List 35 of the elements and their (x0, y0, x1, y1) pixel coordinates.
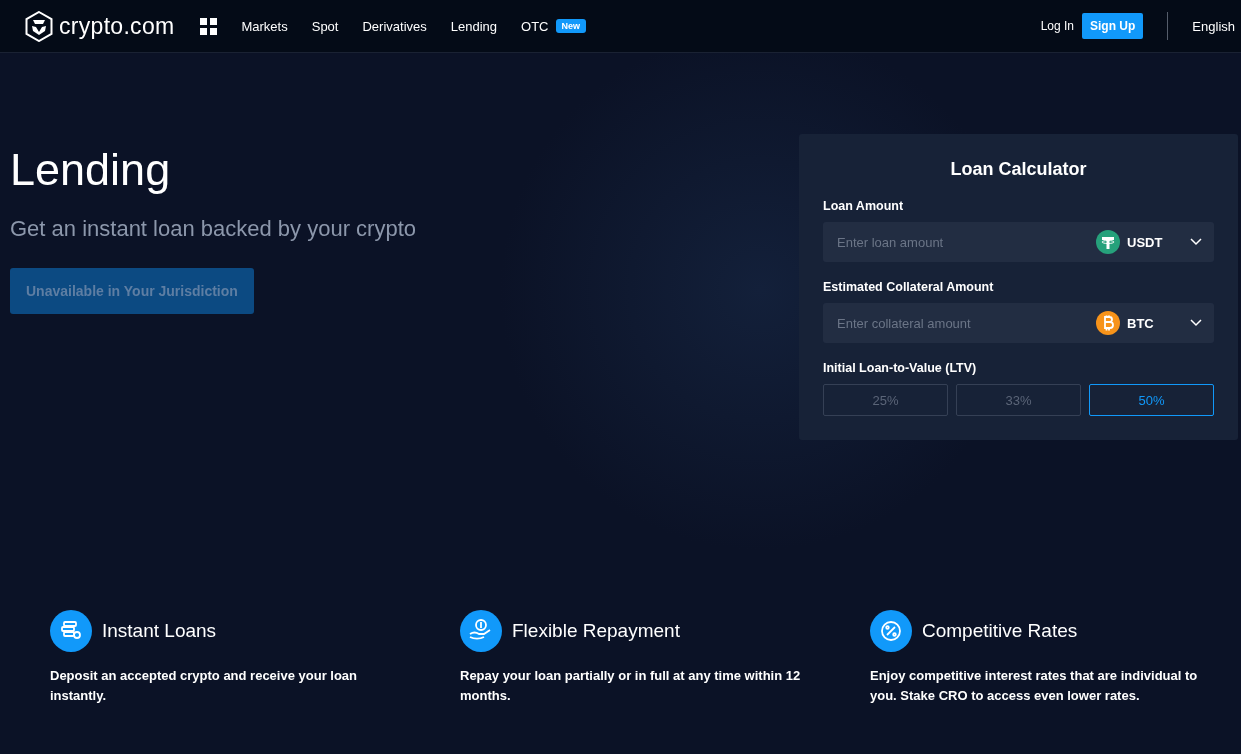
chevron-down-icon[interactable] (1190, 238, 1202, 246)
new-badge: New (555, 19, 586, 33)
coin-selector[interactable]: BTC (1127, 315, 1183, 331)
tether-coin-icon (1096, 230, 1120, 254)
calculator-title: Loan Calculator (949, 159, 1088, 180)
feature-title: Flexible Repayment (512, 620, 680, 642)
language-link[interactable]: English (1192, 18, 1235, 34)
feature-title: Instant Loans (102, 620, 217, 642)
field-label: Estimated Collateral Amount (823, 280, 995, 294)
logo-text[interactable]: crypto.com (59, 12, 175, 40)
feature-description: Repay your loan partially or in full at any time within 12 months. (460, 667, 802, 705)
amount-field[interactable]: Enter loan amount USDT (823, 222, 1214, 262)
nav-link[interactable]: Spot (311, 18, 339, 34)
stacked-coins-icon (61, 621, 81, 639)
field-label: Initial Loan-to-Value (LTV) (823, 361, 978, 375)
feature-description: Enjoy competitive interest rates that are individual to you. Stake CRO to access even lower rates. (870, 667, 1199, 705)
nav-link[interactable]: Markets (241, 18, 288, 34)
nav-link[interactable]: Derivatives (362, 18, 427, 34)
login-link[interactable]: Log In (1040, 19, 1075, 33)
grid-menu-icon[interactable] (200, 17, 218, 35)
hand-coin-icon (469, 619, 491, 640)
logo-icon[interactable] (25, 10, 53, 42)
amount-field[interactable]: Enter collateral amount BTC (823, 303, 1214, 343)
ltv-option[interactable]: 50% (1089, 384, 1214, 416)
page-subtitle: Get an instant loan backed by your crypto (10, 216, 416, 242)
chevron-down-icon[interactable] (1190, 319, 1202, 327)
percent-icon (881, 621, 901, 641)
page-title: Lending (10, 144, 172, 196)
coin-selector[interactable]: USDT (1127, 234, 1183, 250)
feature-description: Deposit an accepted crypto and receive your loan instantly. (50, 667, 359, 705)
feature-title: Competitive Rates (922, 620, 1078, 642)
field-label: Loan Amount (823, 199, 905, 213)
nav-link[interactable]: Lending (450, 18, 498, 34)
nav-link[interactable]: OTC New (521, 18, 586, 34)
bitcoin-coin-icon (1096, 311, 1120, 335)
